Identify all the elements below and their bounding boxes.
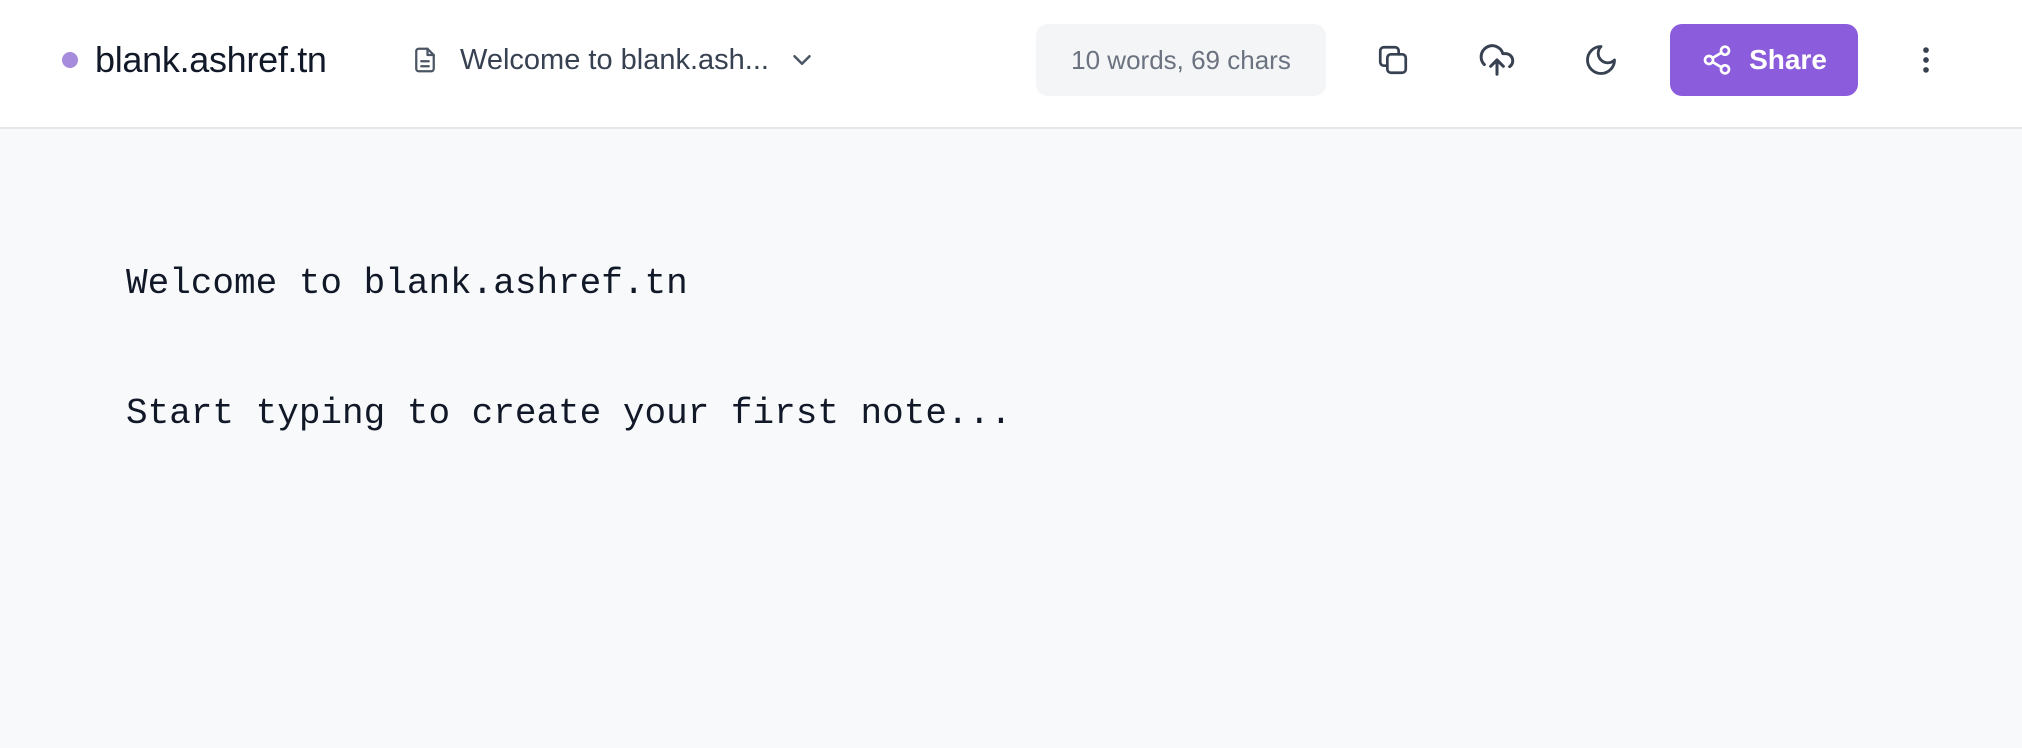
share-icon (1701, 44, 1733, 76)
upload-button[interactable] (1466, 29, 1528, 91)
editor-line: Start typing to create your first note..… (126, 393, 1012, 434)
editor-line: Welcome to blank.ashref.tn (126, 263, 688, 304)
brand-name: blank.ashref.tn (95, 39, 327, 80)
more-vertical-icon (1909, 43, 1943, 77)
theme-toggle-button[interactable] (1570, 29, 1632, 91)
cloud-upload-icon (1478, 41, 1516, 79)
copy-icon (1376, 43, 1410, 77)
share-button[interactable]: Share (1670, 24, 1858, 96)
editor-blank-line (126, 316, 1012, 381)
moon-icon (1583, 42, 1619, 78)
status-dot (62, 52, 78, 68)
more-options-button[interactable] (1895, 29, 1957, 91)
top-bar: blank.ashref.tn Welcome to blank.ash... … (0, 0, 2022, 129)
note-editor[interactable]: Welcome to blank.ashref.tn Start typing … (0, 131, 2022, 748)
share-label: Share (1749, 44, 1827, 75)
brand: blank.ashref.tn (62, 36, 327, 84)
copy-button[interactable] (1362, 29, 1424, 91)
word-count-badge: 10 words, 69 chars (1036, 24, 1326, 96)
document-icon (410, 45, 440, 75)
document-selector[interactable]: Welcome to blank.ash... (410, 36, 817, 84)
editor-content[interactable]: Welcome to blank.ashref.tn Start typing … (126, 251, 1012, 446)
chevron-down-icon (787, 45, 817, 75)
document-title: Welcome to blank.ash... (460, 43, 769, 76)
